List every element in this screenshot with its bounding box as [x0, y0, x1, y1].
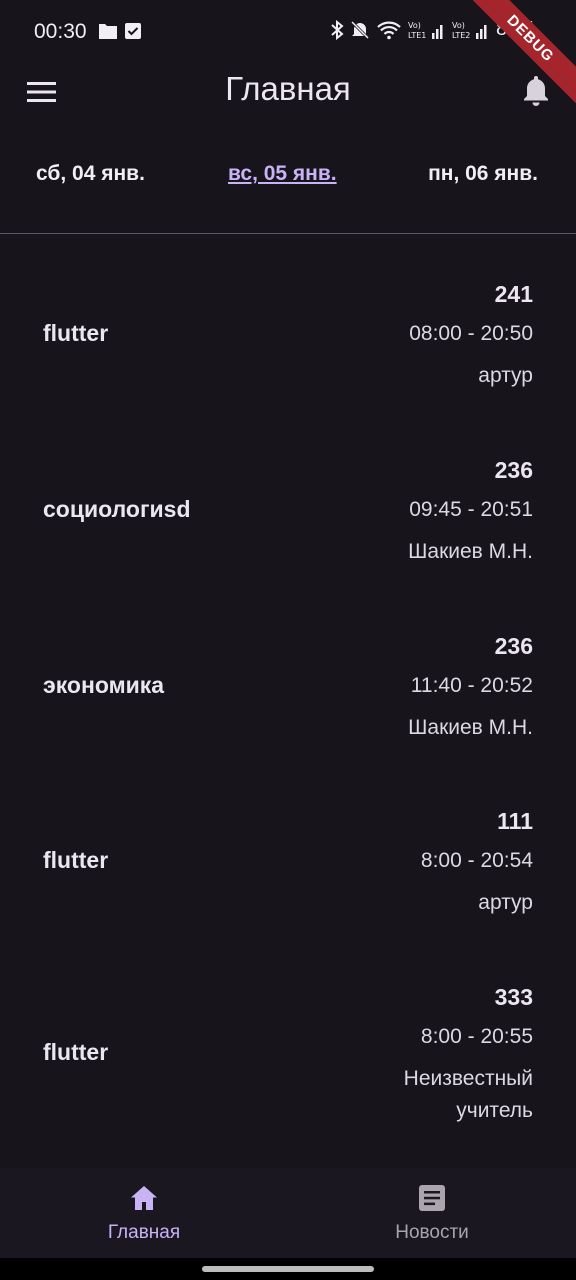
status-time: 00:30: [34, 20, 87, 43]
notifications-button[interactable]: [518, 72, 554, 108]
lesson-teacher: Шакиев М.Н.: [408, 540, 533, 563]
mute-icon: [350, 20, 370, 39]
lesson-room: 333: [494, 984, 533, 1010]
date-tab-current[interactable]: вс, 05 янв.: [228, 162, 337, 186]
lesson-time: 08:00 - 20:50: [409, 322, 533, 345]
svg-text:Vo): Vo): [452, 21, 465, 30]
checkbox-icon: [125, 23, 141, 39]
lesson-subject: flutter: [43, 320, 109, 346]
folder-icon: [99, 24, 117, 39]
lesson-subject: flutter: [43, 1039, 109, 1065]
nav-item-news[interactable]: Новости: [288, 1168, 576, 1258]
lesson-subject: экономика: [43, 672, 165, 698]
gesture-bar: [0, 1258, 576, 1280]
bluetooth-icon: [331, 19, 344, 40]
gesture-handle[interactable]: [202, 1266, 374, 1272]
signal-lte2-icon: Vo)LTE2: [452, 21, 487, 40]
home-icon: [131, 1186, 157, 1210]
svg-text:Vo): Vo): [408, 21, 421, 30]
nav-item-home[interactable]: Главная: [0, 1168, 288, 1258]
lesson-teacher: артур: [478, 364, 533, 387]
bottom-navigation: Главная Новости: [0, 1168, 576, 1258]
bell-icon: [524, 76, 548, 106]
date-tab-prev[interactable]: сб, 04 янв.: [36, 162, 145, 186]
svg-text:LTE2: LTE2: [452, 31, 470, 40]
lesson-room: 236: [494, 633, 533, 659]
nav-label-home: Главная: [107, 1222, 181, 1243]
svg-text:LTE1: LTE1: [408, 31, 426, 40]
lesson-room: 111: [497, 808, 533, 834]
lesson-subject: социологиsd: [43, 496, 191, 522]
lesson-time: 11:40 - 20:52: [410, 674, 533, 697]
wifi-icon: [377, 21, 401, 39]
lesson-time: 09:45 - 20:51: [409, 498, 533, 521]
divider: [0, 233, 576, 234]
lesson-time: 8:00 - 20:54: [420, 849, 533, 872]
date-tab-next[interactable]: пн, 06 янв.: [428, 162, 538, 186]
lesson-subject: flutter: [43, 847, 109, 873]
lesson-teacher: артур: [478, 891, 533, 914]
article-icon: [419, 1185, 445, 1211]
date-selector: сб, 04 янв. вс, 05 янв. пн, 06 янв.: [0, 150, 576, 202]
lesson-room: 236: [494, 457, 533, 483]
app-bar: Главная: [0, 64, 576, 120]
lesson-time: 8:00 - 20:55: [420, 1025, 533, 1048]
signal-lte1-icon: Vo)LTE1: [408, 21, 443, 40]
nav-label-news: Новости: [395, 1222, 469, 1243]
lesson-teacher: Шакиев М.Н.: [408, 716, 533, 739]
lesson-room: 241: [494, 281, 533, 307]
status-bar: 00:30 Vo)LTE1 Vo)LTE2 87% DEBUG: [0, 0, 576, 105]
lesson-teacher: Неизвестный учитель: [403, 1067, 533, 1122]
page-title: Главная: [225, 70, 351, 107]
